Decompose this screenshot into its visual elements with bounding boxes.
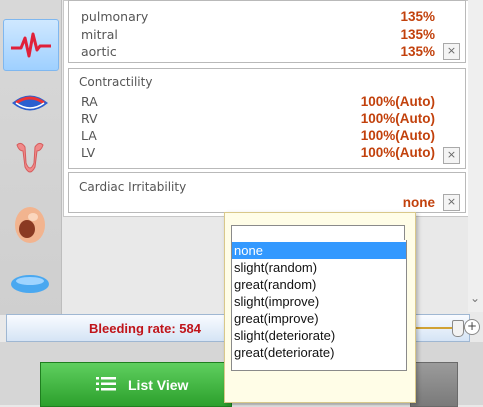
contractility-row-rv: RV 100%(Auto) [81, 111, 435, 126]
chamber-label: RV [81, 111, 98, 126]
chamber-label: LA [81, 128, 97, 143]
valve-row-mitral: mitral 135% [81, 27, 435, 42]
sidebar-item-heart-rate[interactable] [3, 19, 59, 71]
valve-value[interactable]: 135% [400, 27, 435, 42]
sidebar [0, 0, 62, 315]
chamber-label: RA [81, 94, 98, 109]
contractility-reset-button[interactable]: × [443, 147, 460, 164]
bleeding-rate-text: Bleeding rate: 584 [89, 321, 201, 336]
valve-label: pulmonary [81, 9, 149, 24]
scroll-down-icon[interactable]: ⌄ [470, 291, 480, 305]
list-view-label: List View [128, 377, 189, 393]
dropdown-option-slight-random[interactable]: slight(random) [232, 259, 406, 276]
valve-label: aortic [81, 44, 117, 59]
valve-label: mitral [81, 27, 118, 42]
secondary-button[interactable] [410, 362, 458, 407]
contractility-row-la: LA 100%(Auto) [81, 128, 435, 143]
sidebar-item-vessels[interactable] [8, 81, 52, 125]
sidebar-item-lungs[interactable] [8, 262, 52, 306]
chamber-value[interactable]: 100%(Auto) [361, 94, 435, 109]
zoom-in-icon[interactable]: + [464, 319, 480, 335]
dropdown-option-slight-deteriorate[interactable]: slight(deteriorate) [232, 327, 406, 344]
valve-row-pulmonary: pulmonary 135% [81, 9, 435, 24]
valves-section: pulmonary 135% mitral 135% aortic 135% × [68, 0, 466, 63]
section-title: Contractility [79, 75, 153, 89]
valve-value[interactable]: 135% [400, 44, 435, 59]
cardiac-irritability-section: Cardiac Irritability none × [68, 172, 466, 213]
sidebar-item-uterus[interactable] [8, 137, 52, 181]
dropdown-option-slight-improve[interactable]: slight(improve) [232, 293, 406, 310]
list-icon [96, 377, 116, 391]
uterus-icon [16, 142, 44, 173]
chamber-value[interactable]: 100%(Auto) [361, 145, 435, 160]
valves-reset-button[interactable]: × [443, 43, 460, 60]
cardiac-irritability-value[interactable]: none [403, 195, 435, 210]
chamber-label: LV [81, 145, 96, 160]
cardiac-irritability-reset-button[interactable]: × [443, 194, 460, 211]
dropdown-options-list: none slight(random) great(random) slight… [231, 240, 407, 371]
scrollbar[interactable] [468, 0, 483, 312]
parameters-panel: pulmonary 135% mitral 135% aortic 135% ×… [63, 0, 469, 217]
contractility-row-lv: LV 100%(Auto) [81, 145, 435, 160]
dropdown-option-none[interactable]: none [232, 242, 406, 259]
cardiac-irritability-row: none [81, 195, 435, 210]
list-view-button[interactable]: List View [40, 362, 232, 407]
dropdown-option-great-random[interactable]: great(random) [232, 276, 406, 293]
section-title: Cardiac Irritability [79, 180, 187, 194]
fetus-icon [15, 207, 45, 243]
chamber-value[interactable]: 100%(Auto) [361, 128, 435, 143]
dropdown-option-great-deteriorate[interactable]: great(deteriorate) [232, 344, 406, 361]
contractility-section: Contractility RA 100%(Auto) RV 100%(Auto… [68, 68, 466, 169]
dropdown-input[interactable] [231, 225, 405, 241]
heart-rate-icon [11, 32, 51, 58]
contractility-row-ra: RA 100%(Auto) [81, 94, 435, 109]
sidebar-item-fetus[interactable] [8, 203, 52, 247]
valve-value[interactable]: 135% [400, 9, 435, 24]
irritability-dropdown: none slight(random) great(random) slight… [224, 212, 416, 403]
dropdown-option-great-improve[interactable]: great(improve) [232, 310, 406, 327]
chamber-value[interactable]: 100%(Auto) [361, 111, 435, 126]
zoom-slider-thumb[interactable] [452, 320, 464, 337]
valve-row-aortic: aortic 135% [81, 44, 435, 59]
lungs-icon [11, 275, 49, 293]
vessels-icon [12, 95, 48, 111]
